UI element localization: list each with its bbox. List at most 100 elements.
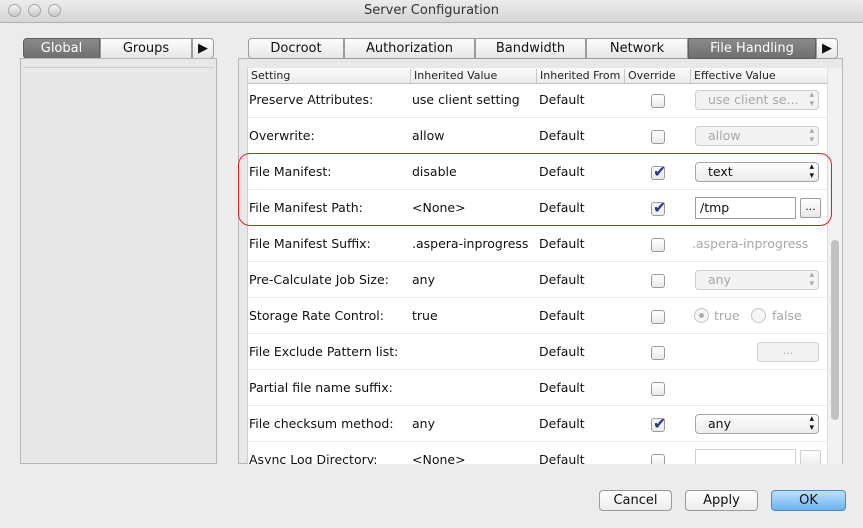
setting-name: Async Log Directory: (249, 452, 378, 464)
table-row: Partial file name suffix: Default (248, 370, 827, 406)
browse-button[interactable] (800, 450, 821, 464)
setting-name: Storage Rate Control: (249, 308, 384, 323)
radio-false-label: false (772, 308, 802, 323)
header-effective-value[interactable]: Effective Value (691, 69, 827, 83)
up-down-arrows-icon: ▴ ▾ (809, 270, 814, 289)
inherited-value: <None> (412, 452, 466, 464)
tab-docroot[interactable]: Docroot (248, 38, 344, 59)
inherited-from: Default (539, 272, 585, 287)
radio-true[interactable] (694, 308, 709, 323)
inherited-value: any (412, 272, 435, 287)
inherited-value: use client setting (412, 92, 520, 107)
header-inherited-from[interactable]: Inherited From (537, 69, 625, 83)
inherited-from: Default (539, 344, 585, 359)
inherited-from: Default (539, 416, 585, 431)
table-row: File checksum method: any Default any ▴▾ (248, 406, 827, 442)
table-row: File Manifest Path: <None> Default /tmp … (248, 190, 827, 226)
override-checkbox[interactable] (651, 198, 666, 217)
window-title: Server Configuration (364, 3, 499, 18)
right-tab-bar: Docroot Authorization Bandwidth Network … (248, 38, 838, 59)
override-checkbox[interactable] (651, 346, 665, 360)
override-checkbox[interactable] (651, 382, 665, 396)
table-row: Pre-Calculate Job Size: any Default any ▴… (248, 262, 827, 298)
log-directory-input[interactable] (695, 449, 796, 464)
tab-file-handling[interactable]: File Handling (688, 38, 816, 59)
cancel-button[interactable]: Cancel (599, 490, 672, 511)
left-tabs-more-arrow-icon[interactable]: ▶ (192, 38, 214, 59)
vertical-scrollbar[interactable] (827, 68, 842, 464)
inherited-from: Default (539, 236, 585, 251)
dropdown-value: text (708, 164, 733, 179)
dropdown-value: any (708, 416, 731, 431)
up-down-arrows-icon: ▴ ▾ (809, 162, 814, 181)
table-row: File Manifest Suffix: .aspera-inprogress… (248, 226, 827, 262)
right-tabs-more-arrow-icon[interactable]: ▶ (816, 38, 838, 59)
up-down-arrows-icon: ▴ ▾ (809, 414, 814, 433)
tab-bandwidth[interactable]: Bandwidth (475, 38, 586, 59)
title-bar: Server Configuration (0, 0, 863, 23)
override-checkbox[interactable] (651, 238, 665, 252)
override-checkbox[interactable] (651, 414, 666, 433)
table-row: Async Log Directory: <None> Default (248, 442, 827, 464)
effective-value-dropdown[interactable]: allow ▴ ▾ (695, 126, 819, 146)
inherited-from: Default (539, 128, 585, 143)
setting-name: File checksum method: (249, 416, 394, 431)
inherited-from: Default (539, 452, 585, 464)
inherited-value: true (412, 308, 438, 323)
dropdown-value: any (708, 272, 731, 287)
header-setting[interactable]: Setting (248, 69, 411, 83)
inherited-value: any (412, 416, 435, 431)
inherited-value (412, 370, 537, 406)
apply-button[interactable]: Apply (685, 490, 758, 511)
inherited-from: Default (539, 308, 585, 323)
tab-network[interactable]: Network (586, 38, 688, 59)
effective-value-text: .aspera-inprogress (692, 236, 809, 251)
tab-global[interactable]: Global (23, 38, 100, 59)
header-override[interactable]: Override (625, 69, 691, 83)
up-down-arrows-icon: ▴ ▾ (809, 90, 814, 109)
dropdown-value: allow (708, 128, 741, 143)
table-row: Preserve Attributes: use client setting … (248, 82, 827, 118)
settings-table: Setting Inherited Value Inherited From O… (247, 68, 827, 464)
table-row: Overwrite: allow Default allow ▴ ▾ (248, 118, 827, 154)
table-row: Storage Rate Control: true Default true … (248, 298, 827, 334)
override-checkbox[interactable] (651, 310, 665, 324)
override-checkbox[interactable] (651, 162, 666, 181)
effective-value-dropdown[interactable]: any ▴ ▾ (695, 414, 819, 434)
effective-value-dropdown[interactable]: any ▴ ▾ (695, 270, 819, 290)
left-panel (20, 58, 217, 464)
header-inherited-value[interactable]: Inherited Value (411, 69, 537, 83)
inherited-value: .aspera-inprogress (412, 236, 529, 251)
scrollbar-thumb[interactable] (831, 240, 839, 420)
effective-value-dropdown[interactable]: use client se... ▴ ▾ (695, 90, 819, 110)
table-row: File Exclude Pattern list: Default ... (248, 334, 827, 370)
override-checkbox[interactable] (651, 274, 665, 288)
effective-value-dropdown[interactable]: text ▴ ▾ (695, 162, 819, 182)
inherited-value: allow (412, 128, 445, 143)
setting-name: File Manifest Path: (249, 200, 363, 215)
inherited-from: Default (539, 200, 585, 215)
inherited-from: Default (539, 164, 585, 179)
manifest-path-input[interactable]: /tmp (695, 197, 796, 219)
inherited-value (412, 334, 537, 370)
tab-groups[interactable]: Groups (100, 38, 192, 59)
left-tab-bar: Global Groups ▶ (23, 38, 214, 59)
radio-false[interactable] (751, 308, 766, 323)
inherited-from: Default (539, 92, 585, 107)
inherited-value: <None> (412, 200, 466, 215)
setting-name: File Manifest: (249, 164, 332, 179)
setting-name: Overwrite: (249, 128, 315, 143)
edit-pattern-button[interactable]: ... (757, 342, 819, 362)
dropdown-value: use client se... (708, 92, 799, 107)
ok-button[interactable]: OK (771, 490, 846, 511)
override-checkbox[interactable] (651, 130, 665, 144)
tab-authorization[interactable]: Authorization (344, 38, 475, 59)
inherited-from: Default (539, 380, 585, 395)
radio-true-label: true (714, 308, 740, 323)
browse-button[interactable]: ... (800, 198, 821, 218)
setting-name: Preserve Attributes: (249, 92, 374, 107)
setting-name: File Manifest Suffix: (249, 236, 371, 251)
override-checkbox[interactable] (651, 94, 665, 108)
setting-name: Pre-Calculate Job Size: (249, 272, 389, 287)
override-checkbox[interactable] (651, 454, 665, 464)
